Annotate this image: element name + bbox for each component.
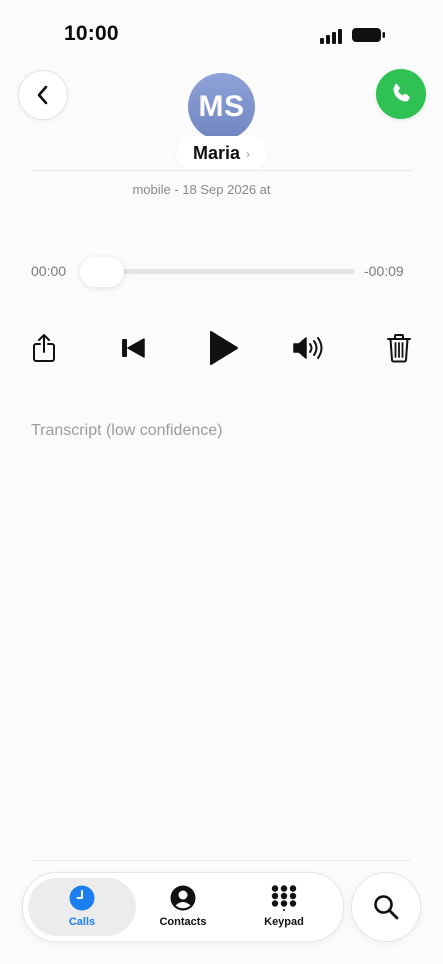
play-button[interactable] [206,330,240,366]
contact-name: Maria [192,142,241,163]
keypad-icon [271,885,297,911]
divider [31,860,411,861]
tab-keypad[interactable]: Keypad [234,885,334,928]
skip-back-button[interactable] [119,336,147,360]
tab-label: Calls [68,916,96,928]
trash-icon [387,334,411,363]
delete-button[interactable] [386,333,412,363]
phone-icon [393,83,410,102]
contact-name-button[interactable]: Maria › [176,136,267,170]
share-icon [33,334,55,362]
clock-icon [69,885,95,911]
battery-icon [352,28,385,42]
play-icon [210,331,238,365]
call-button[interactable] [376,69,426,119]
call-meta: mobile - 18 Sep 2026 at [132,182,271,197]
skip-back-icon [122,338,145,358]
back-button[interactable] [18,70,68,120]
tab-calls[interactable]: Calls [32,885,132,928]
avatar[interactable]: MS [188,73,255,140]
remaining-time: -00:09 [364,263,404,279]
chevron-left-icon [37,85,48,105]
tab-label: Keypad [264,916,304,928]
search-icon [374,895,399,920]
speaker-button[interactable] [292,335,328,361]
tab-contacts[interactable]: Contacts [133,885,233,928]
transcript-label: Transcript (low confidence) [31,422,223,439]
person-circle-icon [170,885,196,911]
chevron-right-icon: › [246,146,251,161]
search-button[interactable] [351,872,421,942]
elapsed-time: 00:00 [31,263,67,279]
divider [31,170,412,171]
status-time: 10:00 [64,22,119,45]
share-button[interactable] [31,333,57,363]
signal-icon [320,29,342,44]
progress-thumb[interactable] [80,257,124,287]
speaker-icon [293,337,323,359]
tab-label: Contacts [159,916,207,928]
